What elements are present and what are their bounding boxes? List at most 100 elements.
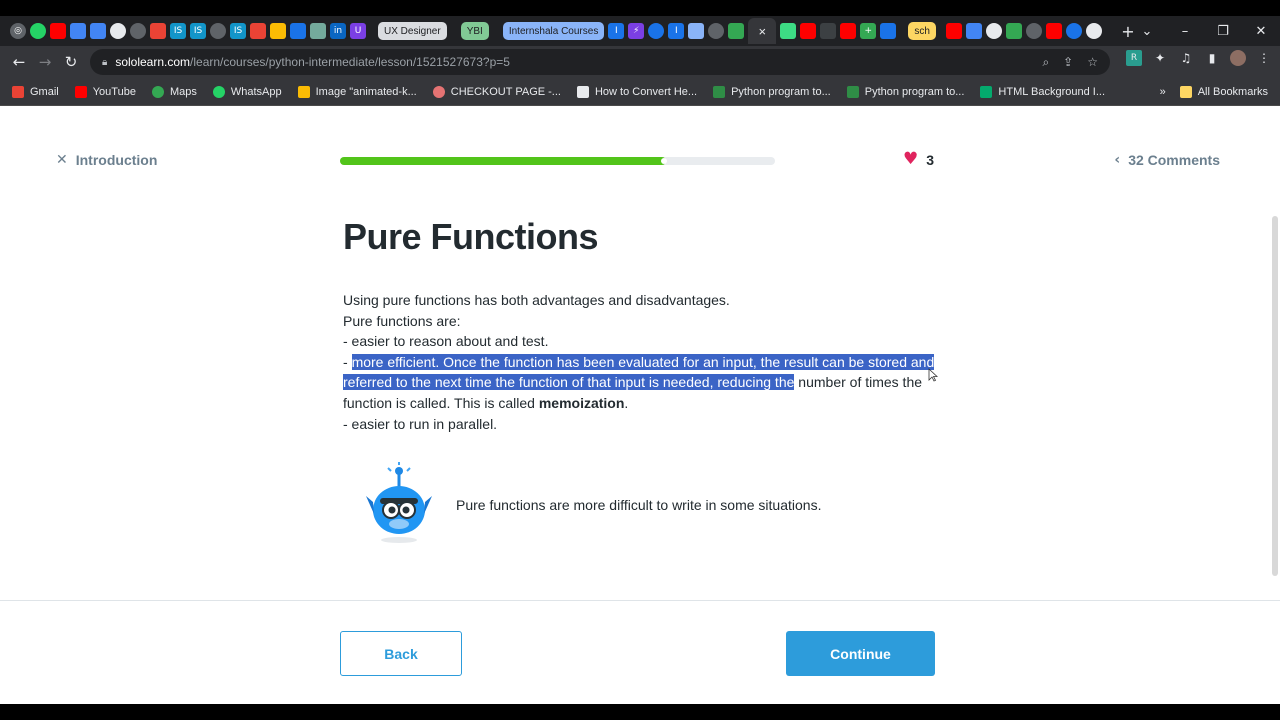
- profile-avatar[interactable]: [1230, 50, 1246, 66]
- media-icon[interactable]: ♫: [1178, 50, 1194, 66]
- chatgpt-tab-icon[interactable]: [310, 23, 326, 39]
- star-icon[interactable]: ☆: [1087, 55, 1098, 69]
- bookmark-checkout[interactable]: CHECKOUT PAGE -...: [432, 85, 561, 98]
- bookmark-html-bg[interactable]: HTML Background I...: [980, 85, 1105, 98]
- zoom-icon[interactable]: ⌕: [1042, 55, 1049, 70]
- lips-icon: [432, 85, 445, 98]
- plus-tab-icon[interactable]: +: [860, 23, 877, 39]
- youtube-tab-icon[interactable]: [50, 23, 66, 39]
- bookmark-label: Python program to...: [864, 85, 965, 98]
- linkedin-tab-icon[interactable]: in: [330, 23, 346, 39]
- share-icon[interactable]: ⇪: [1063, 55, 1073, 69]
- bookmark-label: Image "animated-k...: [315, 85, 417, 98]
- all-bookmarks-label: All Bookmarks: [1197, 86, 1268, 98]
- internshala-tab-icon[interactable]: IS: [190, 23, 206, 39]
- github-tab-icon[interactable]: [110, 23, 126, 39]
- tab-group-ux-designer[interactable]: UX Designer: [378, 22, 447, 40]
- chrome-tab-icon[interactable]: [985, 23, 1002, 39]
- internshala-tab-icon[interactable]: IS: [170, 23, 186, 39]
- youtube-tab-icon[interactable]: [840, 23, 857, 39]
- lesson-title: Pure Functions: [343, 216, 599, 257]
- bookmark-label: CHECKOUT PAGE -...: [450, 85, 561, 98]
- extension-r-icon[interactable]: R: [1126, 50, 1142, 66]
- minimize-icon[interactable]: –: [1166, 24, 1204, 39]
- memoization-term: memoization: [538, 394, 625, 411]
- chrome-tab-icon[interactable]: [210, 23, 226, 39]
- menu-icon[interactable]: ⋮: [1256, 50, 1272, 66]
- close-lesson-button[interactable]: ✕ Introduction: [56, 152, 157, 168]
- lesson-page: ✕ Introduction ♥ 3 ‹ 32 Comments Pure Fu…: [0, 106, 1280, 704]
- circle-tab-icon[interactable]: [708, 23, 725, 39]
- tab-group-sch[interactable]: sch: [908, 22, 936, 40]
- bookmark-label: WhatsApp: [230, 85, 282, 98]
- docs-tab-icon[interactable]: [90, 23, 106, 39]
- window-controls: ⌄ – ❐ ✕: [1128, 16, 1280, 46]
- page-scrollbar[interactable]: [1272, 216, 1278, 576]
- docs-tab-icon[interactable]: [965, 23, 982, 39]
- power-tab-icon[interactable]: [1065, 23, 1082, 39]
- android-tab-icon[interactable]: [780, 23, 797, 39]
- shield-tab-icon[interactable]: [880, 23, 897, 39]
- vercel-tab-icon[interactable]: [688, 23, 705, 39]
- puzzle-icon[interactable]: ✦: [1152, 50, 1168, 66]
- restore-icon[interactable]: ❐: [1204, 24, 1242, 39]
- bookmark-python-2[interactable]: Python program to...: [846, 85, 965, 98]
- chrome-tab-icon[interactable]: [130, 23, 146, 39]
- active-tab-close-icon[interactable]: ×: [748, 18, 777, 44]
- hearts-count: 3: [926, 151, 935, 168]
- back-arrow-icon[interactable]: ←: [6, 53, 32, 71]
- address-bar[interactable]: 🔒︎ sololearn.com/learn/courses/python-in…: [90, 49, 1110, 75]
- chrome-tab-icon[interactable]: [1025, 23, 1042, 39]
- browser-toolbar: ← → ↻ 🔒︎ sololearn.com/learn/courses/pyt…: [0, 46, 1280, 78]
- bookmark-maps[interactable]: Maps: [151, 85, 197, 98]
- lesson-text-line: - easier to reason about and test.: [343, 333, 549, 350]
- circle-tab-icon[interactable]: [648, 23, 665, 39]
- ist-tab-icon[interactable]: I: [668, 23, 685, 39]
- close-icon[interactable]: ✕: [56, 152, 68, 168]
- comments-button[interactable]: ‹ 32 Comments: [1114, 152, 1220, 168]
- link-tab-icon[interactable]: [1005, 23, 1022, 39]
- bolt-tab-icon[interactable]: ⚡: [628, 23, 645, 39]
- u-tab-icon[interactable]: U: [350, 23, 366, 39]
- heart-icon: ♥: [903, 149, 919, 169]
- chrome-icon[interactable]: ◎: [10, 23, 26, 39]
- internshala-tab-icon[interactable]: IS: [230, 23, 246, 39]
- window-close-icon[interactable]: ✕: [1242, 24, 1280, 39]
- back-button[interactable]: Back: [340, 631, 462, 676]
- bookmark-youtube[interactable]: YouTube: [74, 85, 136, 98]
- youtube-tab-icon[interactable]: [1045, 23, 1062, 39]
- hearts-counter[interactable]: ♥ 3: [903, 151, 934, 168]
- lock-icon[interactable]: 🔒︎: [102, 57, 107, 68]
- tab-group-ybi[interactable]: YBI: [460, 22, 489, 40]
- bookmark-python-1[interactable]: Python program to...: [713, 85, 831, 98]
- forward-arrow-icon[interactable]: →: [32, 53, 58, 71]
- chrome-tab-icon[interactable]: [1085, 23, 1102, 39]
- ist-tab-icon[interactable]: I: [608, 23, 625, 39]
- comments-label: 32 Comments: [1128, 152, 1220, 168]
- side-panel-icon[interactable]: ▮: [1204, 50, 1220, 66]
- folder-icon: [1179, 86, 1192, 98]
- bookmark-convert[interactable]: How to Convert He...: [576, 85, 697, 98]
- mouse-cursor-icon: [928, 368, 938, 382]
- reload-icon[interactable]: ↻: [58, 53, 84, 71]
- tab-search-icon[interactable]: ⌄: [1128, 24, 1166, 39]
- gmail-tab-icon[interactable]: [250, 23, 266, 39]
- chevron-tab-icon[interactable]: [290, 23, 306, 39]
- drive-tab-icon[interactable]: [270, 23, 286, 39]
- star-bookmark-icon: [297, 85, 310, 98]
- docs-tab-icon[interactable]: [70, 23, 86, 39]
- gmail-tab-icon[interactable]: [150, 23, 166, 39]
- dark-tab-icon[interactable]: [820, 23, 837, 39]
- continue-button[interactable]: Continue: [786, 631, 935, 676]
- bookmark-image[interactable]: Image "animated-k...: [297, 85, 417, 98]
- all-bookmarks[interactable]: All Bookmarks: [1179, 86, 1268, 98]
- tab-group-internshala[interactable]: Internshala Courses: [502, 22, 605, 40]
- more-bookmarks-icon[interactable]: »: [1160, 86, 1166, 98]
- lesson-body: Using pure functions has both advantages…: [343, 290, 943, 434]
- bookmark-gmail[interactable]: Gmail: [12, 85, 59, 98]
- bookmark-whatsapp[interactable]: WhatsApp: [212, 85, 282, 98]
- play-tab-icon[interactable]: [728, 23, 745, 39]
- youtube-tab-icon[interactable]: [800, 23, 817, 39]
- youtube-tab-icon[interactable]: [945, 23, 962, 39]
- whatsapp-tab-icon[interactable]: [30, 23, 46, 39]
